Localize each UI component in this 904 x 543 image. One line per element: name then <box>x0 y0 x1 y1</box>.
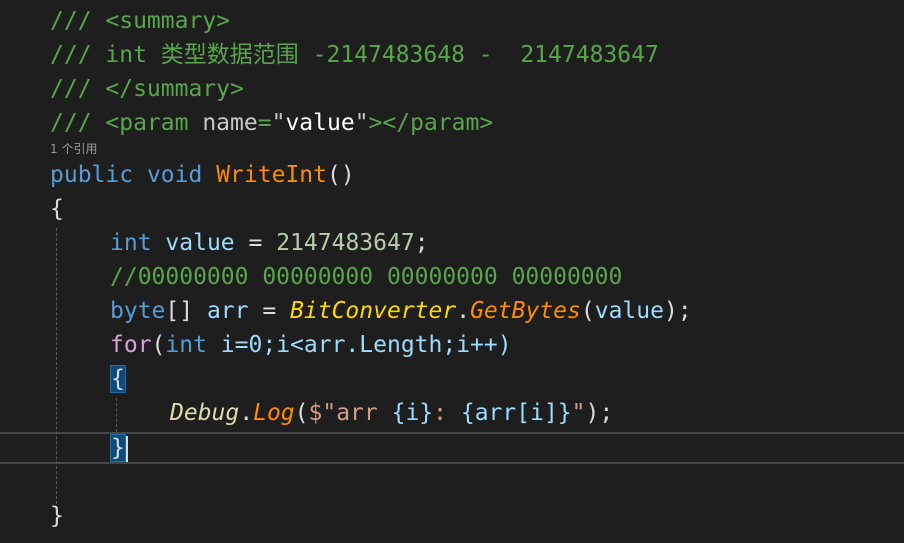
current-line-highlight <box>0 432 904 464</box>
punctuation: [] <box>165 298 194 324</box>
doc-quote: " <box>271 110 286 136</box>
punctuation: ( <box>151 332 166 358</box>
string-literal: $"arr <box>308 400 392 426</box>
code-line[interactable]: //00000000 00000000 00000000 00000000 <box>110 260 622 294</box>
method-call: Log <box>253 400 295 426</box>
code-line[interactable]: /// </summary> <box>50 72 244 106</box>
control-keyword: for <box>110 332 152 358</box>
interpolation: {i} <box>391 400 434 426</box>
punctuation: ); <box>585 400 614 426</box>
string-literal: : <box>433 400 461 426</box>
keyword: void <box>146 162 203 188</box>
variable: arr <box>206 298 249 324</box>
brace: } <box>50 503 64 529</box>
code-line[interactable]: { <box>110 362 126 396</box>
text-cursor <box>125 435 128 462</box>
punctuation: () <box>326 162 355 188</box>
doc-comment: = <box>257 110 272 136</box>
punctuation: ); <box>663 298 692 324</box>
code-line[interactable]: } <box>50 499 64 533</box>
operator: = <box>234 230 277 256</box>
class-name: Debug <box>170 400 240 426</box>
matched-brace: { <box>110 365 126 393</box>
number-literal: 2147483647 <box>276 230 415 256</box>
keyword: public <box>50 162 134 188</box>
code-line[interactable]: /// int 类型数据范围 -2147483648 - 2147483647 <box>50 38 659 72</box>
keyword: byte <box>110 298 166 324</box>
punctuation: . <box>239 400 254 426</box>
variable: value <box>594 298 664 324</box>
string-literal: " <box>571 400 586 426</box>
keyword: int <box>110 230 152 256</box>
matched-brace: } <box>110 434 126 462</box>
variable: value <box>165 230 235 256</box>
doc-attr-value: value <box>285 110 355 136</box>
codelens-references[interactable]: 1 个引用 <box>50 141 97 157</box>
code-line[interactable]: int value = 2147483647; <box>110 226 429 260</box>
doc-quote: " <box>354 110 369 136</box>
doc-comment: /// </summary> <box>50 76 244 102</box>
operator: = <box>248 298 291 324</box>
code-line[interactable]: /// <summary> <box>50 4 230 38</box>
keyword: int <box>165 332 207 358</box>
method-name: WriteInt <box>216 162 327 188</box>
code-line[interactable]: public void WriteInt() <box>50 158 355 192</box>
punctuation: . <box>456 298 471 324</box>
code-line[interactable]: /// <param name="value"></param> <box>50 106 493 140</box>
code-line[interactable]: for(int i=0;i<arr.Length;i++) <box>110 328 512 362</box>
indent-guide <box>116 398 117 432</box>
code-line[interactable]: { <box>50 192 64 226</box>
doc-comment: /// <summary> <box>50 8 231 34</box>
line-comment: //00000000 00000000 00000000 00000000 <box>110 264 623 290</box>
for-header: i=0;i<arr.Length;i++) <box>206 332 512 358</box>
brace: { <box>50 196 64 222</box>
doc-comment: /// <param <box>50 110 203 136</box>
doc-attr: name <box>202 110 258 136</box>
code-line[interactable]: byte[] arr = BitConverter.GetBytes(value… <box>110 294 692 328</box>
code-line[interactable]: Debug.Log($"arr {i}: {arr[i]}"); <box>170 396 613 430</box>
method-call: GetBytes <box>470 298 581 324</box>
doc-comment: /// int 类型数据范围 -2147483648 - 2147483647 <box>50 42 659 68</box>
punctuation: ( <box>580 298 595 324</box>
indent-guide <box>56 228 57 504</box>
punctuation: ; <box>414 230 429 256</box>
punctuation: ( <box>294 400 309 426</box>
interpolation: {arr[i]} <box>460 400 572 426</box>
code-line[interactable]: } <box>110 431 128 465</box>
class-name: BitConverter <box>290 298 457 324</box>
doc-comment: ></param> <box>368 110 494 136</box>
